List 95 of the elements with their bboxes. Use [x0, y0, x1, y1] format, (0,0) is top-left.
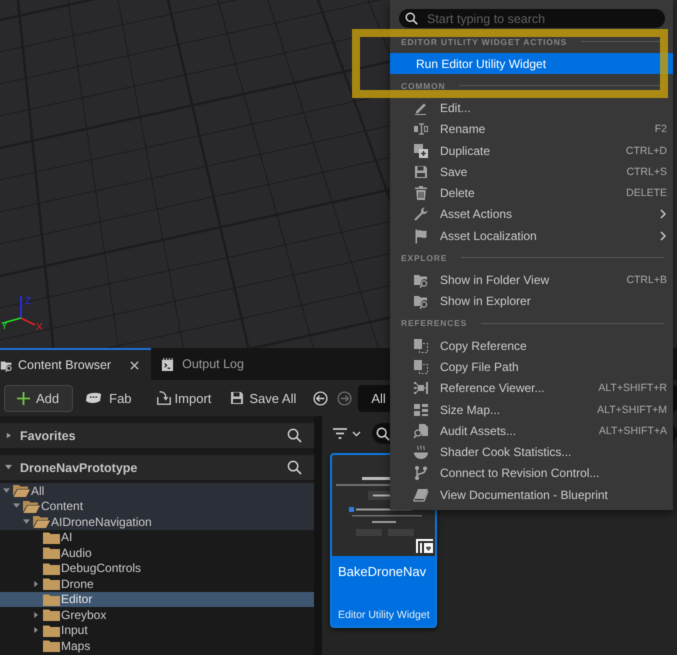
menu-item[interactable]: Audit Assets... ALT+SHIFT+A	[390, 420, 673, 442]
asset-type: Editor Utility Widget	[338, 609, 430, 621]
layout-heart-icon	[416, 539, 433, 553]
menu-item[interactable]: Asset Actions	[390, 204, 673, 226]
menu-item[interactable]: Show in Folder View CTRL+B	[390, 269, 673, 291]
book-icon	[413, 486, 429, 503]
close-icon[interactable]	[130, 360, 140, 370]
folder-row[interactable]: Content	[0, 498, 314, 514]
circle-arrow-left-icon[interactable]	[313, 390, 328, 406]
search-field[interactable]: Start typing to search	[399, 9, 665, 28]
folder-row[interactable]: DebugControls	[0, 560, 314, 576]
folder-icon	[43, 546, 60, 560]
section-heading: EDITOR UTILITY WIDGET ACTIONS	[401, 36, 568, 46]
section-heading: REFERENCES	[401, 318, 468, 328]
caret-down-icon[interactable]	[23, 518, 30, 525]
caret-down-icon[interactable]	[3, 488, 10, 494]
menu-item[interactable]: Delete DELETE	[390, 182, 673, 204]
axis-label: Y	[1, 321, 8, 332]
steaming-bowl-icon	[413, 444, 429, 460]
tray-arrow-icon	[156, 390, 172, 406]
section-header[interactable]: Favorites	[0, 423, 314, 448]
menu-item[interactable]: Show in Explorer	[390, 290, 673, 312]
folder-row[interactable]: AIDroneNavigation	[0, 514, 314, 530]
caret-right-icon[interactable]	[33, 580, 40, 587]
section-heading: EXPLORE	[401, 252, 448, 263]
folder-row[interactable]: All	[0, 483, 314, 498]
menu-item[interactable]: Edit...	[390, 97, 673, 119]
menu-item[interactable]: Rename F2	[390, 118, 673, 140]
caret-right-icon[interactable]	[33, 627, 40, 634]
caret-down-icon[interactable]	[352, 430, 361, 436]
axis-label: Z	[25, 296, 32, 307]
open-folder-icon	[13, 484, 30, 498]
document-search-icon	[413, 422, 429, 439]
folder-row[interactable]: Drone	[0, 576, 314, 592]
folder-search-icon	[0, 358, 13, 372]
panel-tab[interactable]: Output Log	[151, 348, 254, 380]
keyboard-shortcut: CTRL+S	[626, 166, 667, 178]
panel-tab[interactable]: Content Browser	[0, 348, 152, 380]
folder-icon	[43, 592, 60, 606]
menu-item[interactable]: Reference Viewer... ALT+SHIFT+R	[390, 378, 673, 399]
menu-item[interactable]: Copy Reference	[390, 334, 673, 356]
node-graph-icon	[413, 380, 429, 396]
toolbar-button[interactable]: Add	[4, 384, 74, 412]
folder-icon	[43, 624, 60, 637]
folder-icon	[43, 562, 60, 575]
toolbar-button[interactable]: Import	[156, 384, 212, 412]
folder-row[interactable]: Greybox	[0, 607, 314, 622]
toolbar-button[interactable]: Fab	[85, 384, 132, 412]
caret-down-icon[interactable]	[13, 503, 20, 510]
folder-icon	[43, 639, 60, 652]
menu-item[interactable]: Copy File Path	[390, 356, 673, 378]
branch-icon	[413, 465, 429, 482]
logo-icon	[85, 392, 102, 404]
asset-name: BakeDroneNav	[338, 564, 426, 579]
menu-item[interactable]: Duplicate CTRL+D	[390, 140, 673, 162]
keyboard-shortcut: ALT+SHIFT+M	[597, 404, 667, 416]
menu-item[interactable]: Save CTRL+S	[390, 161, 673, 182]
keyboard-shortcut: CTRL+B	[626, 274, 667, 286]
search-icon	[405, 12, 418, 25]
menu-item[interactable]: Asset Localization	[390, 225, 673, 246]
wrench-icon	[413, 206, 429, 222]
caret-right-icon[interactable]	[33, 612, 40, 618]
search-icon[interactable]	[287, 460, 302, 475]
keyboard-shortcut: DELETE	[626, 187, 667, 200]
axis-label: X	[36, 322, 43, 332]
search-icon	[376, 426, 390, 440]
search-icon[interactable]	[287, 428, 302, 443]
dashed-copy-icon	[413, 358, 429, 375]
open-folder-icon	[33, 515, 50, 528]
plus-icon	[17, 392, 30, 404]
folder-row[interactable]: Audio	[0, 545, 314, 560]
section-heading: COMMON	[401, 80, 446, 91]
notepad-icon	[161, 358, 174, 370]
section-header[interactable]: DroneNavPrototype	[0, 455, 314, 480]
keyboard-shortcut: ALT+SHIFT+A	[598, 424, 667, 437]
folder-row[interactable]: Editor	[0, 592, 314, 607]
open-folder-icon	[23, 500, 40, 513]
filter-icon[interactable]	[333, 428, 347, 439]
toolbar-button[interactable]: Save All	[229, 384, 296, 412]
block-layout-icon	[413, 402, 429, 418]
dashed-copy-icon	[413, 338, 429, 354]
folder-search-icon	[413, 293, 429, 310]
folder-row[interactable]: AI	[0, 530, 314, 545]
keyboard-shortcut: F2	[654, 123, 667, 136]
text-cursor-icon	[413, 121, 429, 138]
menu-item[interactable]: Size Map... ALT+SHIFT+M	[390, 398, 673, 420]
keyboard-shortcut: CTRL+D	[626, 144, 667, 157]
flag-icon	[413, 228, 429, 244]
folder-row[interactable]: Input	[0, 622, 314, 638]
trash-icon	[413, 185, 429, 202]
folder-row[interactable]: Maps	[0, 638, 314, 654]
menu-item[interactable]: Run Editor Utility Widget	[390, 53, 673, 74]
folder-search-icon	[413, 272, 429, 288]
keyboard-shortcut: ALT+SHIFT+R	[598, 382, 667, 394]
duplicate-icon	[413, 142, 429, 159]
